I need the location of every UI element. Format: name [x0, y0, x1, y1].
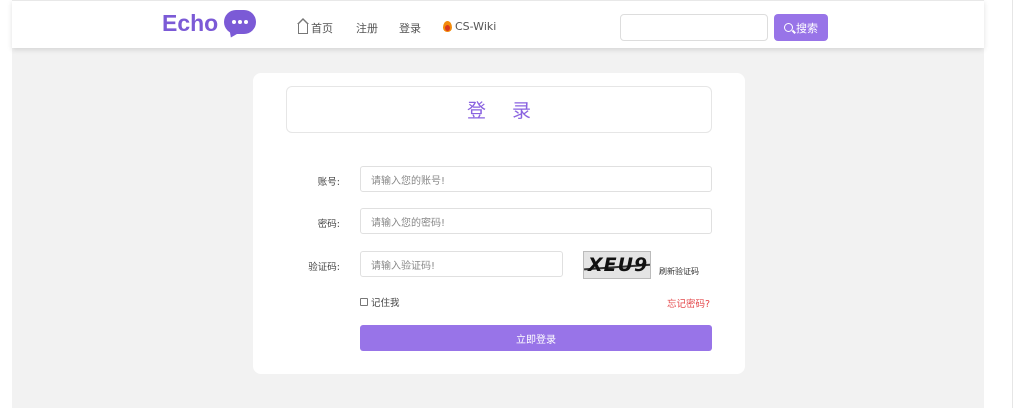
fire-icon [443, 21, 452, 32]
password-placeholder: 请输入您的密码! [371, 217, 446, 229]
forgot-password-link[interactable]: 忘记密码? [667, 296, 710, 310]
bubble-dot [232, 20, 236, 24]
search-button[interactable]: 搜索 [774, 14, 828, 41]
scrollbar-track[interactable] [1012, 0, 1013, 408]
chat-bubble-icon[interactable] [224, 10, 256, 34]
password-label: 密码: [317, 219, 340, 230]
remember-checkbox[interactable] [360, 298, 368, 306]
nav-wiki[interactable]: CS-Wiki [443, 20, 496, 33]
captcha-image[interactable]: XEU9 [583, 251, 651, 279]
remember-me[interactable]: 记住我 [360, 295, 400, 309]
search-icon [784, 23, 793, 32]
nav-wiki-label: CS-Wiki [455, 20, 497, 33]
account-input[interactable]: 请输入您的账号! [360, 166, 712, 192]
top-navbar [12, 0, 984, 48]
search-button-label: 搜索 [796, 21, 818, 35]
nav-register[interactable]: 注册 [356, 20, 378, 36]
login-button-label: 立即登录 [516, 334, 556, 346]
bubble-dot [244, 20, 248, 24]
nav-login-label: 登录 [399, 22, 421, 35]
login-button[interactable]: 立即登录 [360, 325, 712, 351]
nav-register-label: 注册 [356, 22, 378, 35]
nav-home-label: 首页 [311, 22, 333, 35]
captcha-placeholder: 请输入验证码! [371, 260, 436, 272]
remember-label: 记住我 [371, 298, 400, 309]
refresh-captcha-link[interactable]: 刷新验证码 [659, 266, 699, 277]
login-title: 登 录 [466, 100, 542, 122]
home-icon [297, 18, 309, 34]
nav-home[interactable]: 首页 [297, 18, 333, 36]
captcha-input[interactable]: 请输入验证码! [360, 251, 563, 277]
search-input[interactable] [620, 14, 768, 41]
bubble-dot [238, 20, 242, 24]
account-label: 账号: [317, 177, 340, 188]
captcha-label: 验证码: [308, 262, 340, 273]
captcha-text: XEU9 [588, 254, 649, 276]
account-placeholder: 请输入您的账号! [371, 175, 446, 187]
page: Echo 首页 注册 登录 CS-Wiki 搜索 登 录 账号: 请输入您的账号… [0, 0, 1024, 408]
nav-login[interactable]: 登录 [399, 20, 421, 36]
login-title-box: 登 录 [286, 86, 712, 133]
password-input[interactable]: 请输入您的密码! [360, 208, 712, 234]
logo-text[interactable]: Echo [162, 10, 218, 37]
